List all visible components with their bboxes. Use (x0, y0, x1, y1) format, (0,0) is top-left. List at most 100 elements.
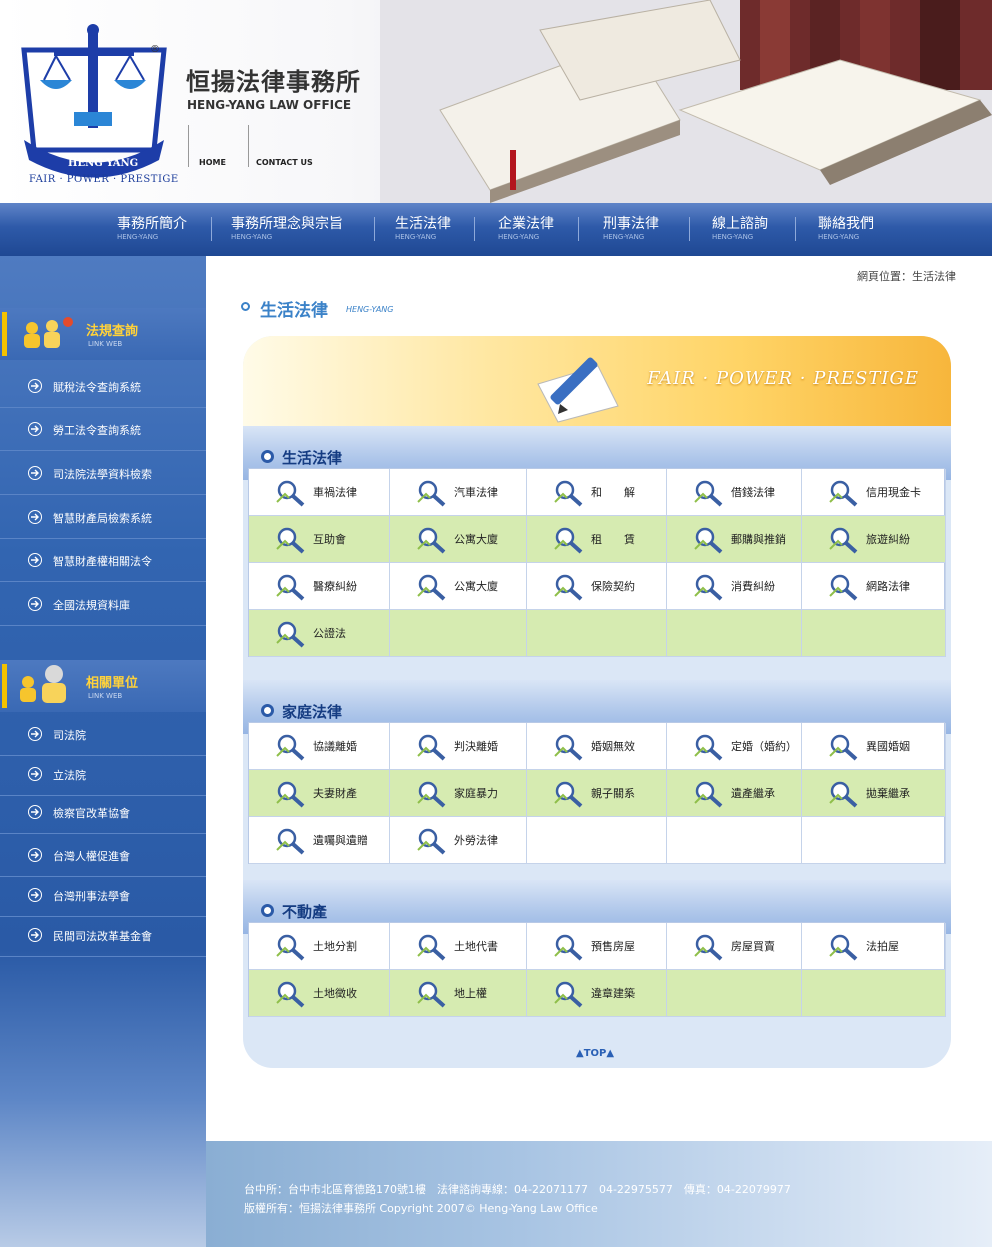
sidebar-item[interactable]: 智慧財產局檢索系統 (0, 495, 206, 539)
topic-link[interactable]: 家庭暴力 (390, 770, 527, 816)
table-row: 醫療糾紛 公寓大廈 保險契約 消費糾紛 網路法律 (249, 563, 946, 610)
topic-link[interactable]: 土地代書 (390, 923, 527, 969)
topic-label: 定婚（婚約） (731, 740, 797, 753)
nav-item-about[interactable]: 事務所簡介 HENG-YANG (117, 213, 187, 241)
topic-link[interactable]: 網路法律 (802, 563, 946, 609)
topic-link[interactable]: 婚姻無效 (527, 723, 667, 769)
topic-grid: 土地分割 土地代書 預售房屋 房屋買賣 法拍屋土地徵收 地上權 違章建築 (248, 922, 946, 1017)
magnifier-icon (417, 480, 446, 507)
sidebar-group-units: 相關單位 LINK WEB (0, 660, 206, 712)
topic-link[interactable]: 異國婚姻 (802, 723, 946, 769)
nav-separator (374, 217, 375, 241)
panel-banner: FAIR · POWER · PRESTIGE (243, 336, 951, 426)
back-to-top-link[interactable]: ▲TOP▲ (576, 1048, 614, 1059)
scales-logo-icon[interactable]: HENG YANG ® (14, 20, 174, 190)
topic-link[interactable]: 法拍屋 (802, 923, 946, 969)
topic-link[interactable]: 消費糾紛 (667, 563, 802, 609)
nav-item-contact[interactable]: 聯絡我們 HENG-YANG (818, 213, 874, 241)
page-title: 生活法律 (260, 301, 328, 321)
bullet-icon (261, 450, 274, 463)
topic-link[interactable]: 郵購與推銷 (667, 516, 802, 562)
topic-link[interactable]: 違章建築 (527, 970, 667, 1016)
sidebar-item[interactable]: 司法院法學資料檢索 (0, 451, 206, 495)
topic-link[interactable]: 保險契約 (527, 563, 667, 609)
magnifier-icon (417, 527, 446, 554)
sidebar-item[interactable]: 賦稅法令查詢系統 (0, 364, 206, 408)
arrow-right-icon (28, 422, 42, 436)
topic-link[interactable]: 地上權 (390, 970, 527, 1016)
topic-label: 醫療糾紛 (313, 580, 357, 593)
empty-cell (667, 970, 802, 1016)
topic-link[interactable]: 遺囑與遺贈 (249, 817, 390, 863)
topic-link[interactable]: 信用現金卡 (802, 469, 946, 515)
topic-label: 土地代書 (454, 940, 498, 953)
topic-label: 保險契約 (591, 580, 635, 593)
topic-link[interactable]: 親子關系 (527, 770, 667, 816)
sidebar-item[interactable]: 智慧財產權相關法令 (0, 538, 206, 582)
topic-link[interactable]: 公證法 (249, 610, 390, 656)
topic-link[interactable]: 土地徵收 (249, 970, 390, 1016)
topic-link[interactable]: 租 賃 (527, 516, 667, 562)
home-link[interactable]: HOME (199, 158, 226, 167)
topic-link[interactable]: 房屋買賣 (667, 923, 802, 969)
magnifier-icon (276, 621, 305, 648)
arrow-right-icon (28, 597, 42, 611)
topic-label: 親子關系 (591, 787, 635, 800)
topic-link[interactable]: 協議離婚 (249, 723, 390, 769)
topic-link[interactable]: 夫妻財產 (249, 770, 390, 816)
topic-link[interactable]: 公寓大廈 (390, 563, 527, 609)
topic-link[interactable]: 定婚（婚約） (667, 723, 802, 769)
topic-link[interactable]: 旅遊糾紛 (802, 516, 946, 562)
sidebar-group-laws: 法規查詢 LINK WEB (0, 308, 206, 360)
footer-copyright: 版權所有：恒揚法律事務所 Copyright 2007© Heng-Yang L… (244, 1202, 598, 1215)
nav-item-corporate-law[interactable]: 企業法律 HENG-YANG (498, 213, 554, 241)
magnifier-icon (276, 934, 305, 961)
topic-label: 土地分割 (313, 940, 357, 953)
topic-link[interactable]: 土地分割 (249, 923, 390, 969)
arrow-right-icon (28, 928, 42, 942)
topic-link[interactable]: 互助會 (249, 516, 390, 562)
topic-link[interactable]: 和 解 (527, 469, 667, 515)
topic-link[interactable]: 汽車法律 (390, 469, 527, 515)
topic-link[interactable]: 遺產繼承 (667, 770, 802, 816)
topic-label: 遺囑與遺贈 (313, 834, 368, 847)
topic-label: 家庭暴力 (454, 787, 498, 800)
sidebar-item[interactable]: 台灣人權促進會 (0, 833, 206, 877)
pen-paper-icon (537, 357, 619, 423)
sidebar-item[interactable]: 勞工法令查詢系統 (0, 407, 206, 451)
nav-item-criminal-law[interactable]: 刑事法律 HENG-YANG (603, 213, 659, 241)
topic-link[interactable]: 車禍法律 (249, 469, 390, 515)
topic-grid: 車禍法律 汽車法律和 解借錢法律 信用現金卡 互助會 公寓大廈租 賃郵購與推銷 旅遊糾紛醫… (248, 468, 946, 657)
nav-separator (578, 217, 579, 241)
sidebar-item[interactable]: 民間司法改革基金會 (0, 913, 206, 957)
topic-label: 遺產繼承 (731, 787, 775, 800)
contact-us-link[interactable]: CONTACT US (256, 158, 313, 167)
sidebar-item[interactable]: 全國法規資料庫 (0, 582, 206, 626)
nav-separator (211, 217, 212, 241)
sidebar-item[interactable]: 台灣刑事法學會 (0, 873, 206, 917)
topic-label: 借錢法律 (731, 486, 775, 499)
breadcrumb: 網頁位置：生活法律 (857, 270, 956, 283)
topic-link[interactable]: 醫療糾紛 (249, 563, 390, 609)
topic-link[interactable]: 借錢法律 (667, 469, 802, 515)
accent-bar (2, 312, 7, 356)
magnifier-icon (554, 934, 583, 961)
banner-slogan: FAIR · POWER · PRESTIGE (647, 368, 919, 389)
magnifier-icon (554, 574, 583, 601)
topic-link[interactable]: 公寓大廈 (390, 516, 527, 562)
topic-link[interactable]: 預售房屋 (527, 923, 667, 969)
topic-link[interactable]: 判決離婚 (390, 723, 527, 769)
topic-link[interactable]: 外勞法律 (390, 817, 527, 863)
topic-label: 汽車法律 (454, 486, 498, 499)
sidebar-item[interactable]: 檢察官改革協會 (0, 790, 206, 834)
topic-label: 房屋買賣 (731, 940, 775, 953)
topic-label: 網路法律 (866, 580, 910, 593)
nav-item-philosophy[interactable]: 事務所理念與宗旨 HENG-YANG (231, 213, 343, 241)
sidebar-item[interactable]: 司法院 (0, 712, 206, 756)
topic-link[interactable]: 拋棄繼承 (802, 770, 946, 816)
nav-item-civil-law[interactable]: 生活法律 HENG-YANG (395, 213, 451, 241)
magnifier-icon (829, 574, 858, 601)
empty-cell (667, 610, 802, 656)
topic-label: 法拍屋 (866, 940, 899, 953)
nav-item-online-consult[interactable]: 線上諮詢 HENG-YANG (712, 213, 768, 241)
